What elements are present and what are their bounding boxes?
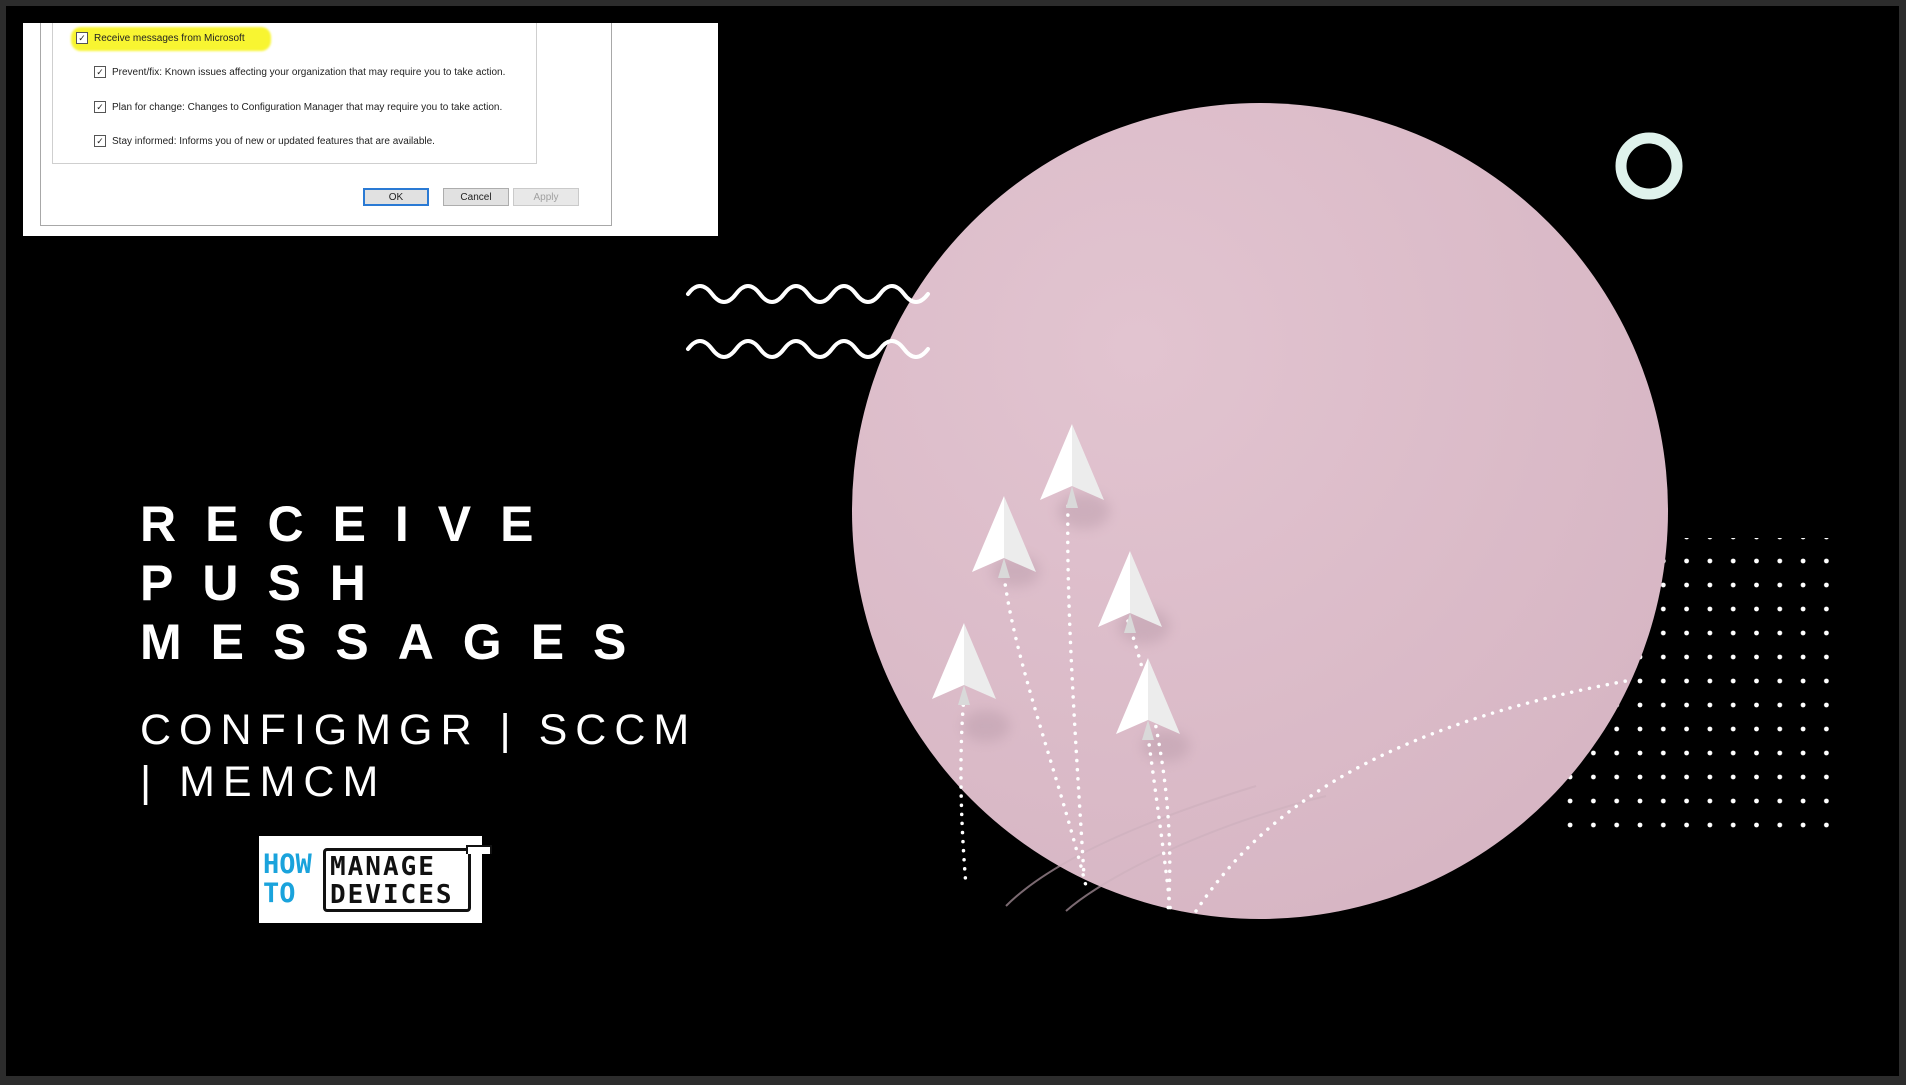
prevent-fix-label: Prevent/fix: Known issues affecting your…	[112, 66, 506, 78]
ok-button[interactable]: OK	[363, 188, 429, 206]
title-line-3: MESSAGES	[140, 614, 656, 670]
apply-button[interactable]: Apply	[513, 188, 579, 206]
page-title: RECEIVE PUSH MESSAGES	[140, 495, 655, 672]
checkbox-checked-icon[interactable]: ✓	[94, 135, 106, 147]
checkbox-checked-icon[interactable]: ✓	[76, 32, 88, 44]
slide: ✓ Receive messages from Microsoft ✓ Prev…	[6, 6, 1899, 1076]
prevent-fix-option[interactable]: ✓ Prevent/fix: Known issues affecting yo…	[94, 66, 505, 78]
checkbox-checked-icon[interactable]: ✓	[94, 101, 106, 113]
pink-circle	[852, 103, 1668, 919]
logo-how-text: HOW	[263, 849, 312, 880]
logo-device-frame: MANAGE DEVICES	[323, 845, 492, 912]
logo-manage-devices: MANAGE DEVICES	[330, 853, 454, 909]
logo-frame-tab	[466, 845, 492, 854]
receive-messages-option[interactable]: ✓ Receive messages from Microsoft	[76, 32, 245, 44]
ring-icon	[1615, 132, 1683, 200]
stay-informed-option[interactable]: ✓ Stay informed: Informs you of new or u…	[94, 135, 435, 147]
stay-informed-label: Stay informed: Informs you of new or upd…	[112, 135, 435, 147]
subtitle-line-2: | MEMCM	[140, 758, 387, 806]
title-line-2: PUSH	[140, 555, 395, 611]
title-line-1: RECEIVE	[140, 496, 563, 552]
receive-messages-label: Receive messages from Microsoft	[94, 32, 245, 44]
options-dialog-snippet: ✓ Receive messages from Microsoft ✓ Prev…	[23, 23, 718, 236]
subtitle-line-1: CONFIGMGR | SCCM	[140, 706, 698, 754]
logo-how-to: HOW TO	[263, 850, 319, 908]
plan-for-change-label: Plan for change: Changes to Configuratio…	[112, 101, 503, 113]
plan-for-change-option[interactable]: ✓ Plan for change: Changes to Configurat…	[94, 101, 502, 113]
logo-manage-text: MANAGE	[330, 852, 436, 882]
page-subtitle: CONFIGMGR | SCCM | MEMCM	[140, 704, 697, 808]
logo-to-text: TO	[263, 878, 296, 909]
checkbox-checked-icon[interactable]: ✓	[94, 66, 106, 78]
howtomanagedevices-logo[interactable]: HOW TO MANAGE DEVICES	[259, 836, 492, 923]
cancel-button[interactable]: Cancel	[443, 188, 509, 206]
logo-devices-text: DEVICES	[330, 880, 454, 910]
